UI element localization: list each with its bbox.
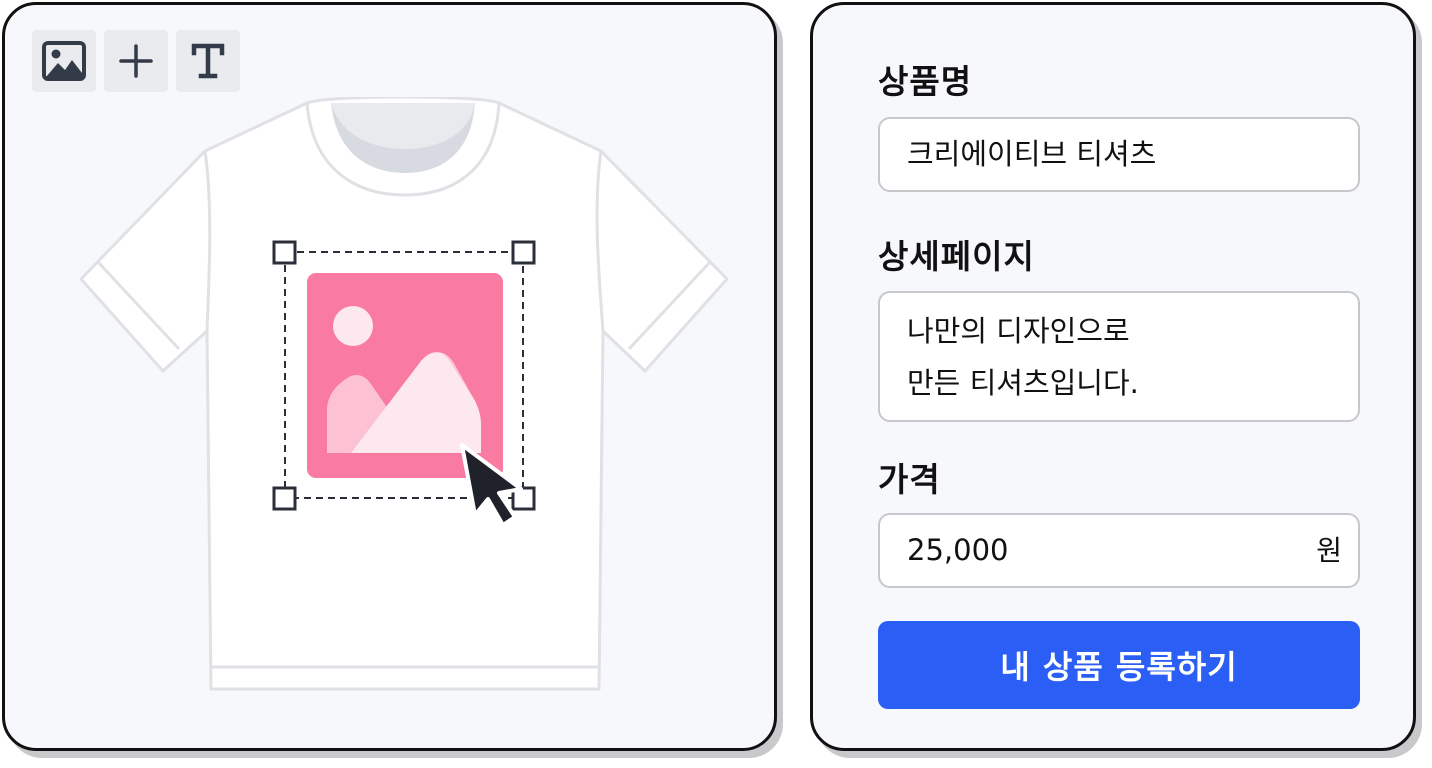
register-product-button[interactable]: 내 상품 등록하기 xyxy=(878,621,1360,709)
add-element-button[interactable] xyxy=(104,30,168,92)
price-unit: 원 xyxy=(1316,534,1342,567)
price-value: 25,000 xyxy=(907,533,1009,567)
design-editor-panel xyxy=(2,2,777,751)
detail-page-label: 상세페이지 xyxy=(878,237,1035,276)
resize-handle-top-left[interactable] xyxy=(272,240,297,265)
detail-page-field[interactable]: 나만의 디자인으로 만든 티셔츠입니다. xyxy=(878,291,1360,422)
editor-toolbar xyxy=(32,30,240,92)
price-field[interactable]: 25,000 원 xyxy=(878,513,1360,588)
add-text-button[interactable] xyxy=(176,30,240,92)
resize-handle-bottom-left[interactable] xyxy=(272,486,297,511)
tshirt-canvas[interactable] xyxy=(75,97,735,707)
plus-icon xyxy=(119,44,153,78)
product-name-field[interactable]: 크리에이티브 티셔츠 xyxy=(878,117,1360,192)
image-placeholder-icon[interactable] xyxy=(307,273,503,478)
price-label: 가격 xyxy=(878,460,941,499)
resize-handle-top-right[interactable] xyxy=(511,240,536,265)
text-icon xyxy=(191,43,225,79)
product-name-label: 상품명 xyxy=(878,62,973,101)
add-image-button[interactable] xyxy=(32,30,96,92)
image-icon xyxy=(42,41,86,81)
product-form-panel: 상품명 크리에이티브 티셔츠 상세페이지 나만의 디자인으로 만든 티셔츠입니다… xyxy=(810,2,1416,751)
